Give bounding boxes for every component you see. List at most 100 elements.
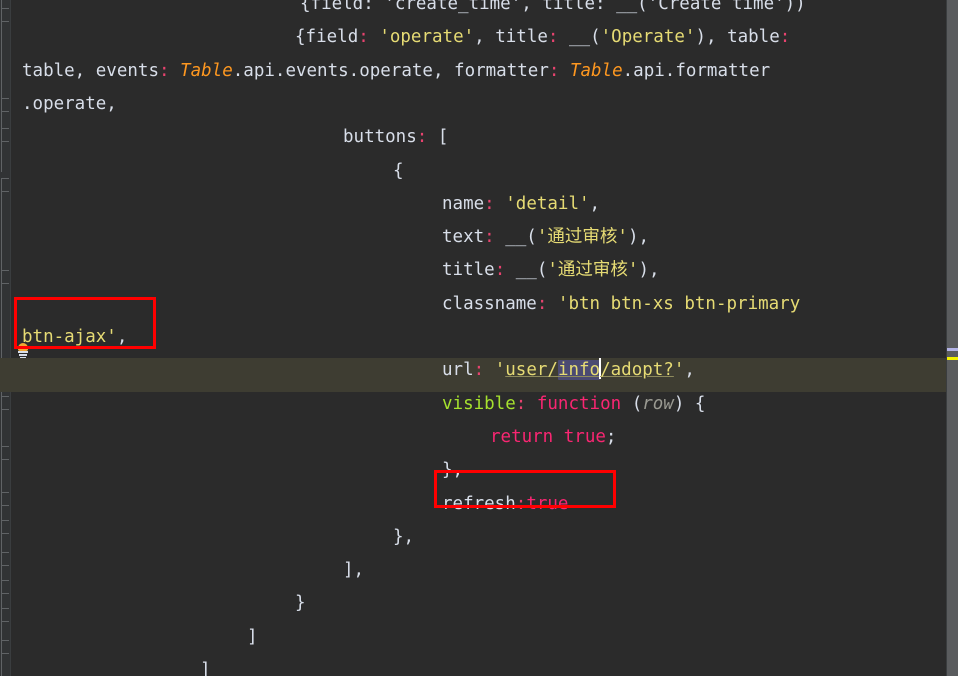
code-line-line-close-bracket2[interactable]: ] [247, 621, 258, 654]
code-line-line-text[interactable]: text: __('通过审核'), [442, 221, 649, 254]
token-line-field-operate-3 [369, 27, 380, 47]
token-line-refresh-1: : [515, 493, 527, 514]
code-line-line-operate-tail[interactable]: .operate, [22, 88, 117, 121]
token-line-table-events-7: : [548, 60, 560, 81]
token-line-name-3: 'detail' [505, 193, 590, 214]
token-line-classname-3: 'btn btn-xs btn-primary [557, 293, 801, 314]
code-line-line-partial-top[interactable]: {field: 'create_time', title: __('Create… [300, 0, 806, 21]
code-line-line-close-obj[interactable]: }, [393, 521, 414, 554]
token-line-buttons-2: [ [427, 127, 449, 148]
lightbulb-glass [18, 343, 28, 351]
token-line-table-events-5: .api.events.operate, [232, 60, 455, 81]
token-line-url-3: ' [494, 360, 506, 381]
code-line-line-close-buttons[interactable]: ], [343, 554, 364, 587]
token-line-classname-2 [547, 294, 558, 314]
code-line-line-return-true[interactable]: return true; [490, 421, 616, 454]
warning-marker [946, 357, 958, 360]
token-line-url-0: url [442, 360, 474, 381]
token-line-title-3: '通过审核' [547, 260, 639, 281]
token-line-buttons-1: : [416, 127, 428, 148]
token-line-open-brace-0: { [393, 160, 404, 181]
token-line-text-0: text [442, 227, 485, 248]
token-line-url-8: , [684, 360, 695, 381]
code-line-line-close-fn[interactable]: }, [442, 454, 463, 487]
code-line-line-open-brace[interactable]: { [393, 155, 404, 188]
token-line-return-true-2: true [563, 426, 606, 447]
scrollbar-separator [946, 0, 947, 676]
code-line-line-url[interactable]: url: 'user/info/adopt?', [442, 354, 695, 387]
token-line-name-2 [495, 194, 506, 214]
token-line-table-events-0: table, [22, 60, 96, 81]
token-line-url-6: /adopt? [600, 360, 674, 381]
token-line-refresh-0: refresh [442, 493, 516, 514]
token-line-return-true-3: ; [605, 426, 617, 447]
code-line-line-close-brace2[interactable]: } [295, 587, 306, 620]
token-line-text-2: __( [494, 227, 537, 248]
token-line-btn-ajax-1: , [116, 327, 128, 347]
token-line-table-events-10: .api.formatter [622, 60, 771, 81]
code-line-line-close-bracket3[interactable]: ] [200, 654, 211, 676]
token-line-return-true-0: return [490, 426, 554, 447]
token-line-close-bracket3-0: ] [200, 660, 211, 676]
token-line-field-operate-12: : [779, 27, 791, 48]
token-line-field-operate-9: 'Operate' [600, 27, 696, 48]
token-line-text-1: : [484, 227, 495, 248]
token-line-close-fn-0: }, [442, 460, 464, 481]
token-line-url-4: user/ [505, 360, 558, 381]
token-line-classname-1: : [536, 293, 548, 314]
intention-action-lightbulb-icon[interactable] [16, 343, 30, 358]
code-line-line-table-events[interactable]: table, events: Table.api.events.operate,… [22, 55, 770, 88]
token-line-url-1: : [473, 360, 485, 381]
token-line-field-operate-11: table [727, 27, 780, 48]
token-line-return-true-1 [553, 427, 564, 447]
token-line-table-events-4: Table [180, 60, 233, 81]
token-line-field-operate-6: title [495, 27, 548, 48]
token-line-close-bracket2-0: ] [247, 626, 258, 647]
token-line-field-operate-2: : [358, 27, 369, 48]
token-line-visible-3: function [536, 393, 622, 414]
token-line-close-obj-0: }, [393, 526, 415, 547]
token-line-url-2 [484, 360, 495, 380]
token-line-name-1: : [484, 193, 495, 214]
token-line-name-4: , [589, 193, 601, 214]
token-line-table-events-1: events [95, 60, 159, 81]
token-line-text-3: '通过审核' [536, 227, 628, 248]
code-line-line-name[interactable]: name: 'detail', [442, 188, 600, 221]
code-line-line-refresh[interactable]: refresh:true [442, 488, 568, 521]
lightbulb-base-2 [19, 354, 27, 356]
token-line-field-operate-1: field [305, 27, 359, 48]
token-line-operate-tail-0: .operate, [22, 93, 117, 114]
token-line-url-5: info [557, 360, 601, 381]
token-line-visible-0: visible [442, 393, 516, 414]
code-line-line-classname[interactable]: classname: 'btn btn-xs btn-primary [442, 288, 800, 321]
token-line-close-buttons-0: ], [343, 560, 365, 581]
code-line-line-btn-ajax[interactable]: btn-ajax', [22, 321, 127, 354]
token-line-field-operate-10: ), [695, 27, 728, 48]
code-line-line-title[interactable]: title: __('通过审核'), [442, 254, 660, 287]
code-editor[interactable]: {field: 'create_time', title: __('Create… [0, 0, 958, 676]
token-line-visible-6: ) { [673, 393, 706, 414]
token-line-visible-2 [526, 394, 537, 414]
token-line-field-operate-0: { [295, 27, 306, 48]
token-line-visible-4: ( [621, 393, 643, 414]
selection-marker [946, 348, 958, 351]
token-line-title-4: ), [638, 260, 660, 281]
token-line-btn-ajax-0: btn-ajax' [22, 327, 117, 347]
token-line-field-operate-7: : [547, 27, 559, 48]
token-line-table-events-9: Table [569, 60, 623, 81]
code-line-line-visible[interactable]: visible: function (row) { [442, 388, 705, 421]
token-line-visible-1: : [515, 393, 527, 414]
token-line-table-events-3 [170, 61, 181, 81]
token-line-title-1: : [494, 260, 506, 281]
token-line-text-4: ), [627, 227, 650, 248]
token-line-refresh-2: true [526, 493, 569, 514]
editor-scrollbar[interactable] [946, 0, 958, 676]
token-line-classname-0: classname [442, 293, 537, 314]
code-line-line-buttons[interactable]: buttons: [ [343, 121, 448, 154]
scrollbar-thumb[interactable] [946, 0, 958, 676]
token-line-field-operate-5: , [474, 27, 496, 48]
code-line-line-field-operate[interactable]: {field: 'operate', title: __('Operate'),… [295, 21, 790, 54]
token-line-table-events-6: formatter [454, 60, 549, 81]
code-text[interactable]: {field: 'create_time', title: __('Create… [0, 0, 946, 676]
token-line-buttons-0: buttons [343, 127, 417, 148]
